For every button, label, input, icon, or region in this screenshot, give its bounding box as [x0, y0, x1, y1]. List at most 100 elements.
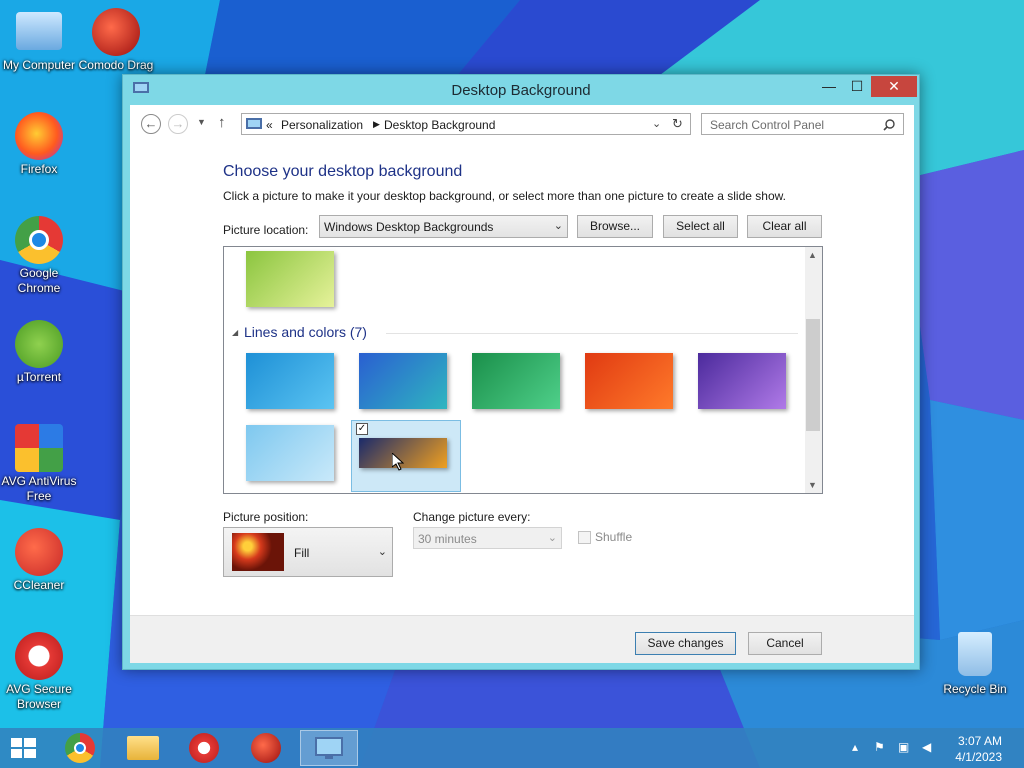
desktop-icon-label: Google Chrome — [17, 266, 61, 295]
firefox-icon — [15, 112, 63, 160]
wallpaper-thumbnail[interactable] — [246, 425, 334, 481]
recent-locations-chevron-icon[interactable]: ▼ — [197, 117, 206, 127]
wallpaper-gallery: ◢ Lines and colors (7) ✓ ▲ ▼ — [223, 246, 823, 494]
desktop-icon-firefox[interactable]: Firefox — [0, 112, 81, 177]
thumbnail-checkbox[interactable]: ✓ — [356, 423, 368, 435]
picture-position-value: Fill — [294, 546, 310, 560]
wallpaper-thumbnail[interactable] — [246, 251, 334, 307]
clock-date[interactable]: 4/1/2023 — [932, 750, 1002, 764]
desktop-icon-google-chrome[interactable]: Google Chrome — [0, 216, 81, 296]
folder-icon — [127, 736, 159, 760]
desktop-icon-avg-secure-browser[interactable]: AVG Secure Browser — [0, 632, 81, 712]
desktop-icon-my-computer[interactable]: My Computer — [0, 8, 81, 73]
picture-location-value: Windows Desktop Backgrounds — [324, 220, 494, 234]
desktop-icon-utorrent[interactable]: µTorrent — [0, 320, 81, 385]
desktop-icon-label: AVG AntiVirus Free — [1, 474, 77, 503]
control-panel-icon — [246, 117, 262, 134]
recycle-bin-icon — [958, 632, 992, 676]
scroll-up-arrow-icon[interactable]: ▲ — [808, 250, 817, 260]
browse-button[interactable]: Browse... — [577, 215, 653, 238]
picture-position-label: Picture position: — [223, 510, 309, 524]
clear-all-button[interactable]: Clear all — [747, 215, 822, 238]
navigation-bar: ← → ▼ ↑ « Personalization ▶ Desktop Back… — [130, 105, 914, 145]
wallpaper-thumbnail[interactable] — [698, 353, 786, 409]
address-bar[interactable]: « Personalization ▶ Desktop Background ⌄… — [241, 113, 691, 135]
back-arrow-icon[interactable]: ← — [141, 114, 161, 134]
desktop-icon-label: CCleaner — [13, 578, 65, 592]
action-center-flag-icon[interactable]: ⚑ — [874, 740, 885, 754]
dialog-footer: Save changes Cancel — [130, 615, 914, 663]
mouse-cursor-icon — [391, 451, 405, 474]
desktop-icon-label: Firefox — [20, 162, 58, 176]
close-button[interactable]: ✕ — [871, 76, 917, 97]
wallpaper-thumbnail[interactable] — [246, 353, 334, 409]
address-dropdown-icon[interactable]: ⌄ — [652, 117, 661, 130]
desktop-icon-ccleaner[interactable]: CCleaner — [0, 528, 81, 593]
network-icon[interactable]: ▣ — [898, 740, 909, 754]
save-changes-button[interactable]: Save changes — [635, 632, 736, 655]
group-divider — [386, 333, 798, 334]
desktop-icon-label: AVG Secure Browser — [6, 682, 72, 711]
show-hidden-icons-chevron-icon[interactable]: ▴ — [852, 740, 858, 754]
avg-antivirus-icon — [15, 424, 63, 472]
clock-time[interactable]: 3:07 AM — [932, 734, 1002, 748]
refresh-icon[interactable]: ↻ — [672, 116, 683, 132]
wallpaper-thumbnail[interactable] — [585, 353, 673, 409]
picture-position-dropdown[interactable]: Fill ⌄ — [223, 527, 393, 577]
wallpaper-thumbnail[interactable] — [359, 353, 447, 409]
wallpaper-thumbnail[interactable] — [472, 353, 560, 409]
interval-dropdown[interactable]: 30 minutes ⌄ — [413, 527, 562, 549]
shuffle-label: Shuffle — [595, 530, 633, 544]
maximize-button[interactable]: ☐ — [843, 76, 871, 97]
change-picture-every-label: Change picture every: — [413, 510, 531, 524]
breadcrumb-personalization[interactable]: Personalization — [281, 118, 363, 132]
chevron-down-icon: ⌄ — [377, 546, 387, 558]
start-button[interactable] — [10, 737, 38, 759]
breadcrumb-desktop-background[interactable]: Desktop Background — [384, 118, 495, 132]
taskbar-comodo-dragon[interactable] — [238, 730, 296, 766]
breadcrumb-separator-icon: ▶ — [373, 119, 380, 129]
volume-muted-icon[interactable]: ◀ — [922, 740, 931, 754]
desktop-icon-comodo-dragon[interactable]: Comodo Drag — [74, 8, 158, 73]
taskbar-avg-secure-browser[interactable] — [176, 730, 234, 766]
desktop-icon-label: Comodo Drag — [78, 58, 154, 72]
title-bar[interactable]: Desktop Background — ☐ ✕ — [123, 75, 919, 105]
shuffle-checkbox[interactable] — [578, 531, 591, 544]
flower-preview-image — [232, 533, 284, 571]
gallery-scrollbar[interactable]: ▲ ▼ — [805, 247, 822, 493]
chrome-icon — [15, 216, 63, 264]
search-input[interactable]: Search Control Panel — [701, 113, 904, 135]
picture-location-label: Picture location: — [223, 223, 309, 237]
taskbar: ▴ ⚑ ▣ ◀ 3:07 AM 4/1/2023 — [0, 728, 1024, 768]
page-title: Choose your desktop background — [223, 163, 463, 180]
breadcrumb-overflow[interactable]: « — [266, 118, 273, 132]
search-placeholder: Search Control Panel — [710, 118, 825, 132]
page-description: Click a picture to make it your desktop … — [223, 189, 786, 203]
comodo-dragon-icon — [92, 8, 140, 56]
desktop-icon-label: µTorrent — [16, 370, 62, 384]
group-title-lines-and-colors[interactable]: Lines and colors (7) — [244, 324, 367, 340]
search-icon[interactable] — [883, 119, 895, 131]
forward-arrow-icon[interactable]: → — [168, 114, 188, 134]
desktop-icon-avg-antivirus[interactable]: AVG AntiVirus Free — [0, 424, 81, 504]
picture-location-dropdown[interactable]: Windows Desktop Backgrounds ⌄ — [319, 215, 568, 238]
chevron-down-icon: ⌄ — [547, 532, 557, 544]
computer-icon — [16, 12, 62, 50]
taskbar-chrome[interactable] — [52, 730, 110, 766]
collapse-triangle-icon[interactable]: ◢ — [232, 328, 238, 337]
select-all-button[interactable]: Select all — [663, 215, 738, 238]
avg-secure-browser-icon — [189, 733, 219, 763]
ccleaner-icon — [15, 528, 63, 576]
chrome-icon — [65, 733, 95, 763]
desktop-background-window: Desktop Background — ☐ ✕ ← → ▼ ↑ « Perso… — [122, 74, 920, 670]
scrollbar-thumb[interactable] — [806, 319, 820, 431]
minimize-button[interactable]: — — [815, 76, 843, 97]
control-panel-icon — [315, 737, 343, 759]
cancel-button[interactable]: Cancel — [748, 632, 822, 655]
window-title: Desktop Background — [451, 82, 591, 99]
scroll-down-arrow-icon[interactable]: ▼ — [808, 480, 817, 490]
up-arrow-icon[interactable]: ↑ — [218, 114, 226, 131]
taskbar-file-explorer[interactable] — [114, 730, 172, 766]
desktop-icon-recycle-bin[interactable]: Recycle Bin — [933, 632, 1017, 697]
taskbar-control-panel[interactable] — [300, 730, 358, 766]
